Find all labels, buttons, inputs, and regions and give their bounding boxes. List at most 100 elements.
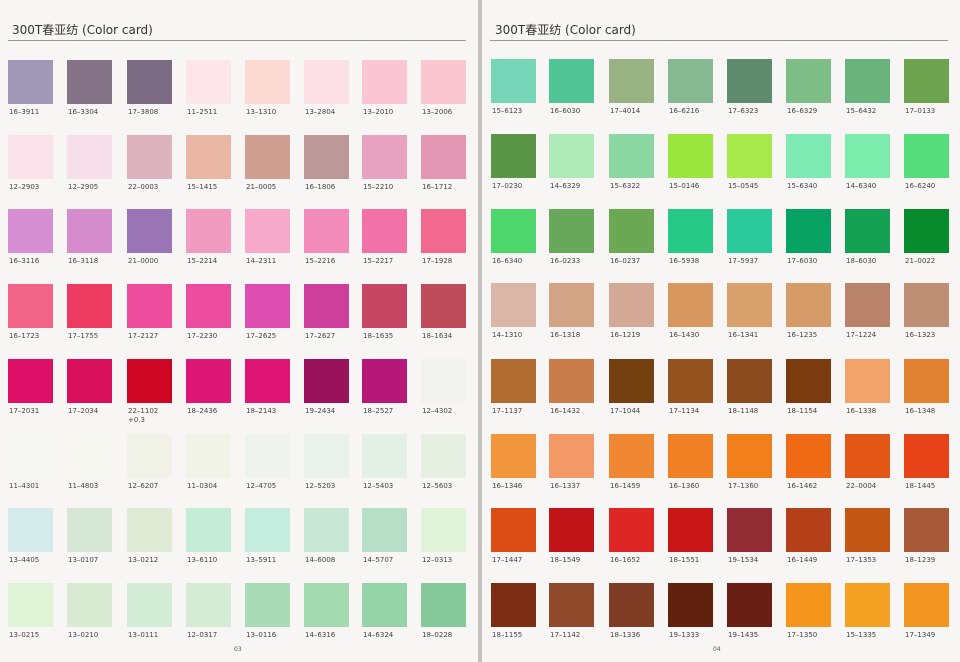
color-code-label: 16–3304 [68, 108, 99, 116]
color-code-label: 17–1755 [68, 332, 99, 340]
color-swatch [609, 134, 654, 178]
color-code-label: 16–5938 [669, 257, 700, 265]
color-code-label: 17–3808 [128, 108, 159, 116]
color-code-label: 12–0313 [422, 556, 453, 564]
color-swatch [8, 135, 53, 179]
color-code-label: 17–0230 [492, 182, 523, 190]
color-swatch [727, 209, 772, 253]
color-swatch [491, 283, 536, 327]
color-code-label: 16–1348 [905, 407, 936, 415]
color-code-label: 14–6008 [305, 556, 336, 564]
color-swatch [362, 583, 407, 627]
color-swatch [668, 508, 713, 552]
color-code-label: 16–6030 [550, 107, 581, 115]
color-code-label: 11–4301 [9, 482, 40, 490]
color-swatch [549, 508, 594, 552]
color-swatch [67, 135, 112, 179]
page-title: 300T春亚纺 (Color card) [495, 23, 636, 37]
color-code-label: 16–1235 [787, 331, 818, 339]
color-swatch [304, 209, 349, 253]
color-swatch [67, 209, 112, 253]
color-code-label: 14–6340 [846, 182, 877, 190]
color-swatch [421, 508, 466, 552]
color-code-label: 16–1712 [422, 183, 453, 191]
color-swatch [67, 583, 112, 627]
color-swatch [186, 434, 231, 478]
color-swatch [727, 434, 772, 478]
color-code-label: 15–0146 [669, 182, 700, 190]
color-code-label: 22–0003 [128, 183, 159, 191]
page-number: 04 [713, 646, 721, 653]
color-swatch [549, 283, 594, 327]
color-code-label: 16–1449 [787, 556, 818, 564]
color-code-label: 16–1318 [550, 331, 581, 339]
color-code-label: 12–5603 [422, 482, 453, 490]
color-code-label: 17–2230 [187, 332, 218, 340]
color-swatch [304, 359, 349, 403]
color-swatch [421, 583, 466, 627]
color-code-label: 16–1459 [610, 482, 641, 490]
color-code-label: 16–1462 [787, 482, 818, 490]
color-code-label: 22–0004 [846, 482, 877, 490]
color-swatch [845, 434, 890, 478]
color-code-label: 12–6207 [128, 482, 159, 490]
color-swatch [549, 134, 594, 178]
color-swatch [186, 583, 231, 627]
color-code-label: 19–1333 [669, 631, 700, 639]
color-swatch [668, 583, 713, 627]
color-code-label: 22–1102 +0.3 [128, 407, 159, 424]
color-swatch [8, 359, 53, 403]
color-swatch [668, 59, 713, 103]
color-swatch [186, 60, 231, 104]
color-code-label: 13–0107 [68, 556, 99, 564]
color-code-label: 16–6240 [905, 182, 936, 190]
color-code-label: 13–0212 [128, 556, 159, 564]
color-code-label: 13–0215 [9, 631, 40, 639]
color-code-label: 16–1430 [669, 331, 700, 339]
color-code-label: 17–0133 [905, 107, 936, 115]
color-swatch [186, 135, 231, 179]
color-code-label: 18–1635 [363, 332, 394, 340]
color-code-label: 15–2217 [363, 257, 394, 265]
color-swatch [245, 434, 290, 478]
color-swatch [845, 59, 890, 103]
color-code-label: 18–1239 [905, 556, 936, 564]
color-swatch [304, 434, 349, 478]
color-swatch [491, 359, 536, 403]
color-swatch [421, 135, 466, 179]
color-code-label: 14–5707 [363, 556, 394, 564]
color-code-label: 17–1360 [728, 482, 759, 490]
color-swatch [67, 359, 112, 403]
color-code-label: 17–1349 [905, 631, 936, 639]
color-swatch [727, 583, 772, 627]
color-code-label: 16–1341 [728, 331, 759, 339]
color-code-label: 15–1415 [187, 183, 218, 191]
color-code-label: 17–2031 [9, 407, 40, 415]
color-swatch [362, 359, 407, 403]
color-swatch [845, 583, 890, 627]
color-swatch [304, 135, 349, 179]
color-swatch [186, 284, 231, 328]
color-swatch [668, 434, 713, 478]
color-code-label: 19–1435 [728, 631, 759, 639]
color-code-label: 16–1652 [610, 556, 641, 564]
color-swatch [67, 60, 112, 104]
color-code-label: 17–2127 [128, 332, 159, 340]
color-swatch [67, 434, 112, 478]
color-swatch [609, 359, 654, 403]
color-swatch [304, 508, 349, 552]
color-swatch [668, 283, 713, 327]
color-code-label: 13–6110 [187, 556, 218, 564]
color-swatch [668, 359, 713, 403]
color-swatch [8, 583, 53, 627]
color-swatch [8, 284, 53, 328]
color-swatch [904, 583, 949, 627]
color-swatch [127, 284, 172, 328]
color-swatch [727, 134, 772, 178]
color-code-label: 16–1806 [305, 183, 336, 191]
color-swatch [421, 434, 466, 478]
color-code-label: 15–6432 [846, 107, 877, 115]
page-title: 300T春亚纺 (Color card) [12, 23, 153, 37]
color-swatch [186, 359, 231, 403]
color-swatch [127, 135, 172, 179]
